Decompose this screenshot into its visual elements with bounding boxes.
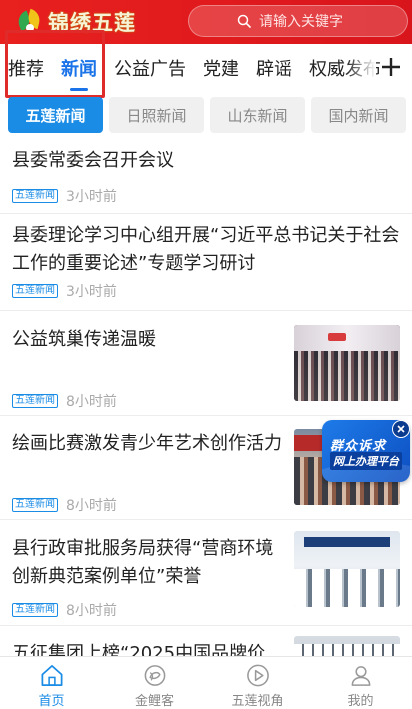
fish-icon	[144, 665, 165, 686]
nav-wulian-view[interactable]: 五莲视角	[206, 657, 309, 709]
nav-home[interactable]: 首页	[0, 657, 103, 709]
news-title: 县行政审批服务局获得“营商环境创新典范案例单位”荣誉	[12, 538, 274, 587]
news-time: 3小时前	[66, 189, 117, 205]
channel-tabs: 推荐 新闻 公益广告 党建 辟谣 权威发布	[0, 44, 412, 92]
news-title: 绘画比赛激发青少年艺术创作活力	[12, 433, 282, 454]
news-thumbnail	[294, 325, 400, 401]
app-header: 锦绣五莲 请输入关键字	[0, 0, 412, 44]
news-item[interactable]: 县行政审批服务局获得“营商环境创新典范案例单位”荣誉 五莲新闻 8小时前	[0, 520, 412, 626]
nav-jinliker-label: 金鲤客	[134, 694, 174, 709]
news-tag: 五莲新闻	[12, 394, 58, 408]
tab-recommend[interactable]: 推荐	[8, 55, 44, 81]
tab-public-ads[interactable]: 公益广告	[114, 55, 186, 81]
badge-line2: 网上办理平台	[330, 452, 402, 470]
lotus-logo-icon	[15, 8, 44, 36]
news-time: 8小时前	[66, 603, 117, 619]
news-item[interactable]: 公益筑巢传递温暖 五莲新闻 8小时前	[0, 311, 412, 416]
tab-rumor-refute[interactable]: 辟谣	[256, 55, 292, 81]
subcat-wulian-news[interactable]: 五莲新闻	[8, 97, 103, 133]
news-meta: 五莲新闻 8小时前	[12, 600, 117, 620]
search-placeholder: 请输入关键字	[259, 14, 343, 30]
news-meta: 五莲新闻 3小时前	[12, 281, 117, 301]
news-title: 县委常委会召开会议	[12, 150, 174, 171]
news-tag: 五莲新闻	[12, 284, 58, 298]
close-icon	[397, 425, 405, 433]
news-list: 县委常委会召开会议 五莲新闻 3小时前 县委理论学习中心组开展“习近平总书记关于…	[0, 138, 412, 709]
news-meta: 五莲新闻 8小时前	[12, 495, 117, 515]
news-tag: 五莲新闻	[12, 189, 58, 203]
news-time: 8小时前	[66, 498, 117, 514]
tab-news[interactable]: 新闻	[61, 55, 97, 81]
search-icon	[237, 14, 251, 28]
news-item[interactable]: 县委常委会召开会议 五莲新闻 3小时前	[0, 138, 412, 214]
news-time: 8小时前	[66, 394, 117, 410]
nav-wulian-view-label: 五莲视角	[231, 694, 284, 709]
news-tag: 五莲新闻	[12, 498, 58, 512]
news-thumbnail	[294, 531, 400, 607]
news-meta: 五莲新闻 3小时前	[12, 186, 117, 206]
sub-category-bar: 五莲新闻 日照新闻 山东新闻 国内新闻	[8, 97, 412, 133]
nav-profile[interactable]: 我的	[309, 657, 412, 709]
search-input[interactable]: 请输入关键字	[188, 5, 408, 37]
news-title: 县委理论学习中心组开展“习近平总书记关于社会工作的重要论述”专题学习研讨	[12, 225, 400, 274]
app-logo: 锦绣五莲	[15, 0, 136, 44]
home-icon	[41, 665, 62, 686]
news-title: 公益筑巢传递温暖	[12, 329, 156, 350]
brand-name: 锦绣五莲	[48, 11, 136, 35]
play-icon	[246, 664, 269, 687]
news-meta: 五莲新闻 8小时前	[12, 391, 117, 411]
subcat-rizhao-news[interactable]: 日照新闻	[109, 97, 204, 133]
tab-party-building[interactable]: 党建	[203, 55, 239, 81]
tabs-fade-overlay	[346, 44, 376, 92]
add-channel-icon[interactable]	[378, 54, 404, 80]
news-tag: 五莲新闻	[12, 603, 58, 617]
news-item[interactable]: 县委理论学习中心组开展“习近平总书记关于社会工作的重要论述”专题学习研讨 五莲新…	[0, 214, 412, 311]
news-time: 3小时前	[66, 284, 117, 300]
user-icon	[351, 666, 370, 686]
nav-home-label: 首页	[38, 694, 65, 709]
nav-profile-label: 我的	[347, 694, 374, 709]
subcat-shandong-news[interactable]: 山东新闻	[210, 97, 305, 133]
bottom-nav: 首页 金鲤客 五莲视角 我的	[0, 656, 412, 709]
nav-jinliker[interactable]: 金鲤客	[103, 657, 206, 709]
subcat-domestic-news[interactable]: 国内新闻	[311, 97, 406, 133]
close-badge-icon[interactable]	[392, 420, 410, 438]
